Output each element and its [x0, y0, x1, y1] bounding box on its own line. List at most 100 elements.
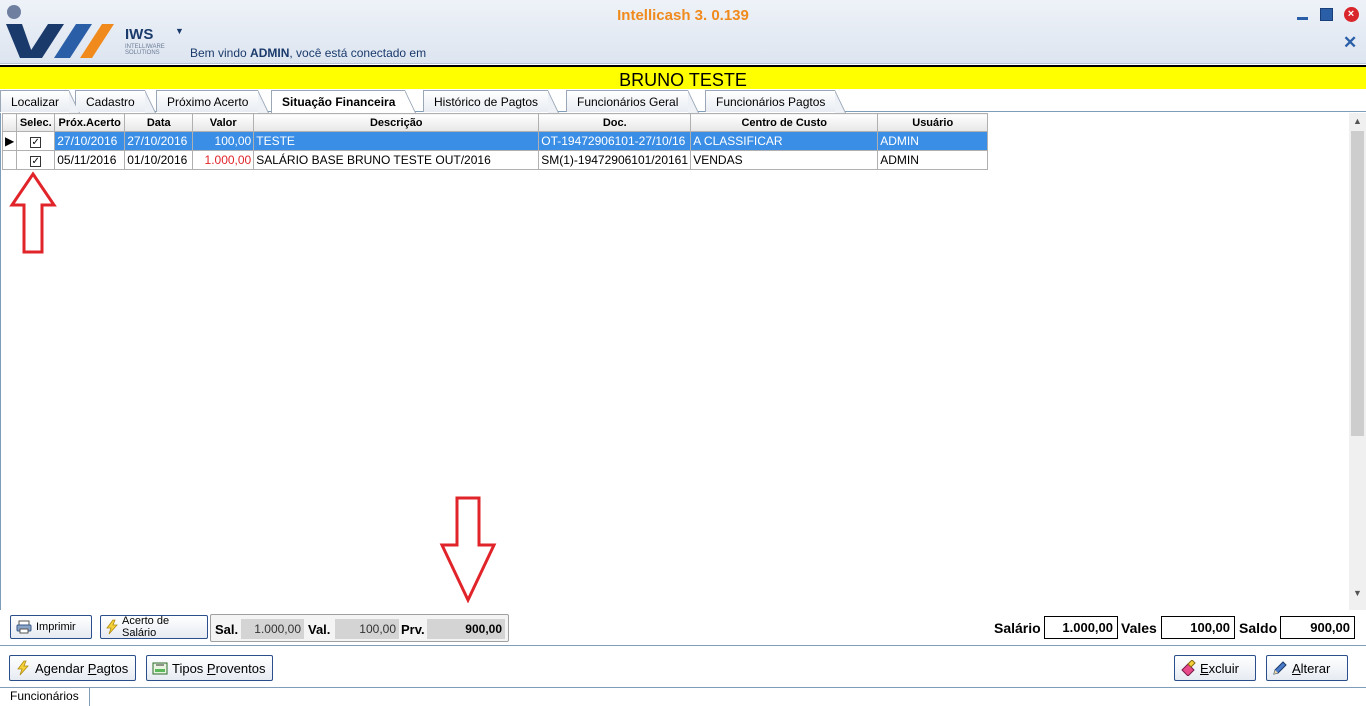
alterar-suffix: lterar	[1300, 660, 1331, 676]
vales-label: Vales	[1121, 620, 1157, 636]
sal-label: Sal.	[215, 622, 239, 637]
excluir-button[interactable]: Excluir	[1174, 655, 1256, 681]
title-bar: IWS INTELLIWARE SOLUTIONS ▼ Intellicash …	[0, 0, 1366, 64]
grid-header-data[interactable]: Data	[124, 113, 194, 132]
cell-centro-de-custo[interactable]: A CLASSIFICAR	[690, 131, 879, 151]
agendar-prefix: Agendar	[35, 660, 88, 676]
cell-doc[interactable]: SM(1)-19472906101/20161	[538, 150, 692, 170]
tab-funcionarios-geral[interactable]: Funcionários Geral	[566, 90, 700, 113]
grid-header-valor[interactable]: Valor	[192, 113, 255, 132]
table-row[interactable]: ▶ ✓ 27/10/2016 27/10/2016 100,00 TESTE O…	[1, 131, 989, 151]
tab-proximo-acerto[interactable]: Próximo Acerto	[156, 90, 270, 113]
cell-descricao[interactable]: TESTE	[253, 131, 540, 151]
grid-header-doc[interactable]: Doc.	[538, 113, 692, 132]
close-window-button[interactable]: ×	[1343, 6, 1359, 22]
welcome-user: ADMIN	[250, 46, 290, 60]
row-indicator-icon: ▶	[1, 131, 18, 151]
cell-prox-acerto[interactable]: 05/11/2016	[54, 150, 126, 170]
logo-menu-caret-icon[interactable]: ▼	[175, 26, 184, 36]
agendar-suffix: agtos	[96, 660, 129, 676]
grid-header-selec[interactable]: Selec.	[16, 113, 56, 132]
logo-text: IWS	[125, 26, 154, 43]
imprimir-label: Imprimir	[36, 621, 76, 633]
annotation-up-arrow-icon	[9, 171, 57, 254]
cell-prox-acerto[interactable]: 27/10/2016	[54, 131, 126, 151]
row-indicator-empty	[1, 150, 18, 170]
alterar-label: Alterar	[1292, 661, 1330, 676]
tab-situacao-financeira[interactable]: Situação Financeira	[271, 90, 417, 113]
grid-header-indicator	[1, 113, 18, 132]
acerto-de-salario-button[interactable]: Acerto de Salário	[100, 615, 208, 639]
money-calculator-icon	[152, 660, 168, 676]
tipos-proventos-button[interactable]: Tipos Proventos	[146, 655, 273, 681]
table-row[interactable]: ✓ 05/11/2016 01/10/2016 1.000,00 SALÁRIO…	[1, 150, 989, 170]
row-select-checkbox[interactable]: ✓	[16, 150, 56, 170]
tab-historico-de-pagtos[interactable]: Histórico de Pagtos	[423, 90, 560, 113]
tab-funcionarios-pagtos[interactable]: Funcionários Pagtos	[705, 90, 847, 113]
cell-valor[interactable]: 1.000,00	[192, 150, 255, 170]
prv-label: Prv.	[401, 622, 425, 637]
totals-bar: Imprimir Acerto de Salário Sal. 1.000,00…	[0, 610, 1366, 646]
saldo-label: Saldo	[1239, 620, 1278, 636]
action-bar: Agendar Pagtos Tipos Proventos Excluir A…	[0, 647, 1366, 687]
pencil-icon	[1272, 660, 1288, 676]
welcome-suffix: , você está conectado em	[289, 46, 427, 60]
cell-descricao[interactable]: SALÁRIO BASE BRUNO TESTE OUT/2016	[253, 150, 540, 170]
summary-panel: Sal. 1.000,00 Val. 100,00 Prv. 900,00	[210, 614, 509, 642]
tab-cadastro[interactable]: Cadastro	[75, 90, 156, 113]
cell-data[interactable]: 01/10/2016	[124, 150, 194, 170]
vales-value: 100,00	[1161, 616, 1235, 639]
maximize-icon	[1319, 7, 1333, 21]
alterar-hotkey: A	[1292, 660, 1301, 676]
excluir-label: Excluir	[1200, 661, 1239, 676]
welcome-prefix: Bem vindo	[190, 46, 251, 60]
alterar-button[interactable]: Alterar	[1266, 655, 1348, 681]
printer-icon	[16, 619, 32, 635]
val-label: Val.	[308, 622, 331, 637]
agendar-pagtos-label: Agendar Pagtos	[35, 661, 128, 676]
grid-header-descricao[interactable]: Descrição	[253, 113, 540, 132]
lightning-icon	[15, 660, 31, 676]
agendar-pagtos-button[interactable]: Agendar Pagtos	[9, 655, 136, 681]
cell-usuario[interactable]: ADMIN	[877, 150, 989, 170]
tab-funcionarios[interactable]: Funcionários	[0, 688, 90, 706]
cell-doc[interactable]: OT-19472906101-27/10/16	[538, 131, 692, 151]
cell-valor[interactable]: 100,00	[192, 131, 255, 151]
financial-grid: Selec. Próx.Acerto Data Valor Descrição …	[1, 113, 989, 170]
lightning-icon	[104, 619, 120, 635]
vertical-scrollbar[interactable]: ▲ ▼	[1349, 113, 1366, 610]
app-title: Intellicash 3. 0.139	[617, 7, 749, 24]
scroll-down-icon[interactable]: ▼	[1349, 585, 1366, 602]
cell-usuario[interactable]: ADMIN	[877, 131, 989, 151]
close-form-icon[interactable]: ✕	[1343, 33, 1357, 53]
close-icon: ×	[1343, 6, 1359, 22]
acerto-de-salario-label: Acerto de Salário	[122, 615, 170, 639]
tipos-prefix: Tipos	[172, 660, 207, 676]
bottom-tab-strip: Funcionários	[0, 687, 1366, 706]
eraser-icon	[1180, 659, 1196, 677]
grid-header-prox-acerto[interactable]: Próx.Acerto	[54, 113, 126, 132]
employee-name-bar: BRUNO TESTE	[0, 65, 1366, 90]
tipos-proventos-label: Tipos Proventos	[172, 661, 265, 676]
saldo-value: 900,00	[1280, 616, 1355, 639]
checkbox-checked-icon: ✓	[30, 156, 42, 167]
cell-data[interactable]: 27/10/2016	[124, 131, 194, 151]
row-select-checkbox[interactable]: ✓	[16, 131, 56, 151]
excluir-hotkey: E	[1200, 660, 1209, 676]
welcome-message: Bem vindo ADMIN, você está conectado em	[190, 46, 426, 60]
imprimir-button[interactable]: Imprimir	[10, 615, 92, 639]
minimize-icon	[1296, 9, 1308, 20]
grid-header-usuario[interactable]: Usuário	[877, 113, 989, 132]
tab-strip: Localizar Cadastro Próximo Acerto Situaç…	[0, 89, 1366, 113]
tab-localizar[interactable]: Localizar	[0, 90, 81, 113]
grid-header-centro-de-custo[interactable]: Centro de Custo	[690, 113, 879, 132]
minimize-button[interactable]	[1294, 6, 1310, 22]
checkbox-checked-icon: ✓	[30, 137, 42, 148]
cell-centro-de-custo[interactable]: VENDAS	[690, 150, 879, 170]
scroll-thumb[interactable]	[1351, 131, 1364, 436]
maximize-button[interactable]	[1318, 6, 1334, 22]
scroll-up-icon[interactable]: ▲	[1349, 113, 1366, 130]
sal-value: 1.000,00	[241, 619, 304, 639]
logo-subtitle: INTELLIWARE SOLUTIONS	[125, 44, 165, 56]
tipos-suffix: roventos	[215, 660, 266, 676]
